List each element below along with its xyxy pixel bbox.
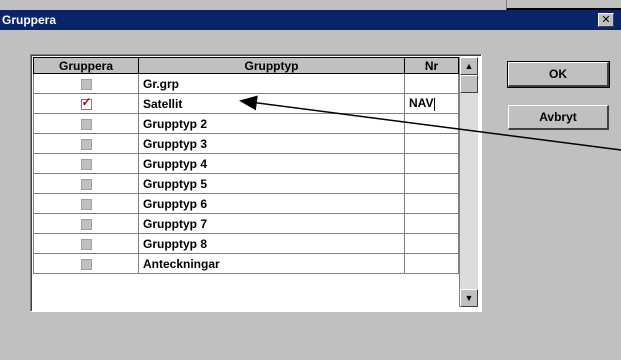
row-nr-cell[interactable]: NAV [404, 93, 459, 114]
row-nr-text: NAV [409, 96, 434, 111]
header-grupptyp[interactable]: Grupptyp [138, 57, 405, 74]
row-nr-cell[interactable] [404, 133, 459, 154]
row-type-cell[interactable]: Grupptyp 3 [138, 133, 405, 154]
header-row: Gruppera Grupptyp Nr [33, 57, 459, 74]
row-checkbox-cell [33, 153, 139, 174]
checkbox[interactable] [80, 258, 92, 270]
group-table: Gruppera Grupptyp Nr Gr.grpSatellit NAV Gr… [33, 57, 459, 274]
row-type-cell[interactable]: Grupptyp 7 [138, 213, 405, 234]
row-type-cell[interactable]: Grupptyp 4 [138, 153, 405, 174]
row-nr-cell[interactable] [404, 173, 459, 194]
row-nr-cell[interactable] [404, 193, 459, 214]
table-row[interactable]: Grupptyp 7 [33, 213, 459, 234]
row-checkbox-cell [33, 253, 139, 274]
checkbox[interactable] [80, 78, 92, 90]
row-type-cell[interactable]: Satellit [138, 93, 405, 114]
vertical-scrollbar[interactable]: ▲ ▼ [459, 57, 478, 307]
close-button[interactable]: ✕ [598, 13, 614, 27]
row-nr-cell[interactable] [404, 153, 459, 174]
row-nr-cell[interactable] [404, 253, 459, 274]
cancel-button[interactable]: Avbryt [508, 105, 609, 130]
row-checkbox-cell [33, 213, 139, 234]
row-type-cell[interactable]: Grupptyp 8 [138, 233, 405, 254]
row-nr-cell[interactable] [404, 73, 459, 94]
top-toolbar-edge [506, 0, 621, 10]
arrow-up-icon: ▲ [464, 61, 474, 71]
row-checkbox-cell [33, 193, 139, 214]
text-caret [434, 97, 436, 111]
row-type-cell[interactable]: Grupptyp 6 [138, 193, 405, 214]
row-nr-cell[interactable] [404, 113, 459, 134]
scroll-thumb[interactable] [460, 75, 478, 93]
row-type-cell[interactable]: Anteckningar [138, 253, 405, 274]
row-checkbox-cell [33, 93, 139, 114]
group-grid: Gruppera Grupptyp Nr Gr.grpSatellit NAV Gr… [30, 54, 482, 312]
title-bar: Gruppera ✕ [0, 10, 621, 30]
row-type-cell[interactable]: Grupptyp 5 [138, 173, 405, 194]
close-icon: ✕ [601, 14, 611, 26]
header-nr[interactable]: Nr [404, 57, 459, 74]
row-checkbox-cell [33, 73, 139, 94]
checkbox[interactable] [80, 118, 92, 130]
checked-checkbox[interactable] [80, 95, 92, 110]
window-title: Gruppera [2, 13, 57, 27]
row-checkbox-cell [33, 133, 139, 154]
table-row[interactable]: Grupptyp 3 [33, 133, 459, 154]
scroll-up-button[interactable]: ▲ [460, 57, 478, 75]
table-row[interactable]: Grupptyp 4 [33, 153, 459, 174]
dialog-body: Gruppera Grupptyp Nr Gr.grpSatellit NAV Gr… [0, 30, 621, 360]
table-row[interactable]: Gr.grp [33, 73, 459, 94]
checkbox[interactable] [80, 238, 92, 250]
header-gruppera[interactable]: Gruppera [33, 57, 139, 74]
ok-button[interactable]: OK [507, 61, 610, 88]
table-row[interactable]: Satellit NAV [33, 93, 459, 114]
checkbox[interactable] [80, 178, 92, 190]
row-nr-cell[interactable] [404, 233, 459, 254]
row-checkbox-cell [33, 233, 139, 254]
top-strip [0, 0, 621, 10]
table-row[interactable]: Anteckningar [33, 253, 459, 274]
row-type-cell[interactable]: Grupptyp 2 [138, 113, 405, 134]
checkbox[interactable] [80, 138, 92, 150]
scroll-down-button[interactable]: ▼ [460, 289, 478, 307]
checkbox[interactable] [80, 198, 92, 210]
table-row[interactable]: Grupptyp 6 [33, 193, 459, 214]
row-checkbox-cell [33, 113, 139, 134]
checkbox[interactable] [80, 158, 92, 170]
row-type-cell[interactable]: Gr.grp [138, 73, 405, 94]
table-row[interactable]: Grupptyp 2 [33, 113, 459, 134]
table-row[interactable]: Grupptyp 5 [33, 173, 459, 194]
row-checkbox-cell [33, 173, 139, 194]
table-row[interactable]: Grupptyp 8 [33, 233, 459, 254]
row-nr-cell[interactable] [404, 213, 459, 234]
checkbox[interactable] [80, 218, 92, 230]
arrow-down-icon: ▼ [464, 293, 474, 303]
